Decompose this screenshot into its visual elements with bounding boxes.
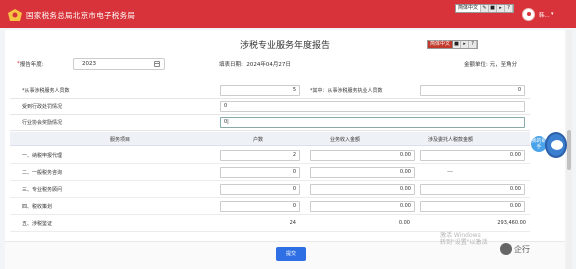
header-tax: 涉及委托人税款金额 xyxy=(428,137,474,143)
header-income: 业务收入金额 xyxy=(330,137,361,143)
staff-row: *从事涉税服务人员数 5 *其中：从事涉税服务执业人员数 0 xyxy=(10,82,530,99)
income-input[interactable]: 0.00 xyxy=(310,150,415,161)
fill-date: 填表日期: 2024年04月27日 xyxy=(219,62,291,68)
table-row: 五、涉税鉴证 24 0.00 293,460.00 xyxy=(10,215,530,232)
windows-activation-watermark: 激活 Windows 转到"设置"以激活 xyxy=(440,232,488,246)
header-count: 户数 xyxy=(253,137,264,143)
robot-icon[interactable] xyxy=(545,132,567,158)
row-label: 五、涉税鉴证 xyxy=(22,221,53,227)
site-title: 国家税务总局北京市电子税务局 xyxy=(26,11,136,20)
tax-input[interactable]: 0.00 xyxy=(420,150,525,161)
toolbar-edit-icon[interactable]: ✎ xyxy=(481,5,490,12)
income-input[interactable]: 0.00 xyxy=(310,201,415,212)
report-play-icon[interactable]: ▸ xyxy=(461,41,470,48)
staff-label: *从事涉税服务人员数 xyxy=(22,88,70,94)
report-year-value: 2023 xyxy=(82,61,96,67)
brand-watermark: 企行 xyxy=(500,243,530,255)
count-static: 24 xyxy=(289,220,296,226)
staff-sub-label: *其中：从事涉税服务执业人员数 xyxy=(310,88,383,94)
income-input[interactable]: 0.00 xyxy=(310,167,415,178)
toolbar-help-icon[interactable]: ? xyxy=(505,5,514,12)
calendar-icon[interactable] xyxy=(154,61,160,67)
submit-button[interactable]: 提交 xyxy=(276,247,306,261)
tax-emblem-icon xyxy=(8,9,22,21)
report-year-label: * 报告年度: xyxy=(17,61,44,68)
language-switch[interactable]: 简体中文 xyxy=(456,5,482,12)
penalty-row: 受到行政处罚情况 0 xyxy=(10,99,530,115)
chevron-down-icon[interactable]: ▾ xyxy=(551,11,554,17)
tax-input[interactable]: 0.00 xyxy=(420,201,525,212)
tax-static: --- xyxy=(447,169,453,175)
toolbar-play-icon[interactable]: ▸ xyxy=(497,5,506,12)
penalty-input[interactable]: 0 xyxy=(220,101,525,112)
toolbar-square-icon[interactable]: ■ xyxy=(489,5,498,12)
penalty-label: 受到行政处罚情况 xyxy=(22,104,63,110)
user-name[interactable]: 韩... xyxy=(539,11,550,19)
page-title: 涉税专业服务年度报告 xyxy=(239,41,330,51)
report-language-toolbar[interactable]: 简体中文 ■ ▸ ? xyxy=(427,40,479,49)
count-input[interactable]: 0 xyxy=(220,167,300,178)
report-help-icon[interactable]: ? xyxy=(469,41,478,48)
staff-count-input[interactable]: 5 xyxy=(220,85,300,96)
user-avatar[interactable] xyxy=(522,8,535,21)
award-row: 行业协会奖励情况 0| xyxy=(10,115,530,131)
count-input[interactable]: 0 xyxy=(220,184,300,195)
service-table-header: 服务项目 户数 业务收入金额 涉及委托人税款金额 xyxy=(10,132,530,146)
count-input[interactable]: 0 xyxy=(220,201,300,212)
tax-static: 293,460.00 xyxy=(497,220,526,226)
income-static: 0.00 xyxy=(398,220,410,226)
brand-logo-icon xyxy=(500,243,512,255)
income-input[interactable]: 0.00 xyxy=(310,184,415,195)
table-row: 一、纳税申报代理 2 0.00 0.00 xyxy=(10,147,530,164)
row-label: 一、纳税申报代理 xyxy=(22,153,63,159)
amount-unit: 金额单位: 元，至角分 xyxy=(464,62,518,68)
count-input[interactable]: 2 xyxy=(220,150,300,161)
row-label: 三、专业税务顾问 xyxy=(22,187,63,193)
row-label: 四、税收策划 xyxy=(22,204,53,210)
award-label: 行业协会奖励情况 xyxy=(22,120,63,126)
header-service-item: 服务项目 xyxy=(110,137,131,143)
table-row: 四、税收策划 0 0.00 0.00 xyxy=(10,198,530,215)
report-square-icon[interactable]: ■ xyxy=(453,41,462,48)
report-year-picker[interactable]: 2023 xyxy=(73,58,165,70)
table-row: 三、专业税务顾问 0 0.00 0.00 xyxy=(10,181,530,198)
report-language-switch[interactable]: 简体中文 xyxy=(428,41,454,48)
tax-input[interactable]: 0.00 xyxy=(420,184,525,195)
brand-name: 企行 xyxy=(514,244,530,254)
award-input[interactable]: 0| xyxy=(220,117,525,128)
top-bar: 国家税务总局北京市电子税务局 简体中文 ✎ ■ ▸ ? 韩... ▾ xyxy=(0,0,576,28)
language-toolbar[interactable]: 简体中文 ✎ ■ ▸ ? xyxy=(455,4,515,13)
staff-sub-count-input[interactable]: 0 xyxy=(420,85,525,96)
assistant-mascot[interactable]: 我的助手 xyxy=(531,128,571,168)
row-label: 二、一般税务咨询 xyxy=(22,170,63,176)
table-row: 二、一般税务咨询 0 0.00 --- xyxy=(10,164,530,181)
